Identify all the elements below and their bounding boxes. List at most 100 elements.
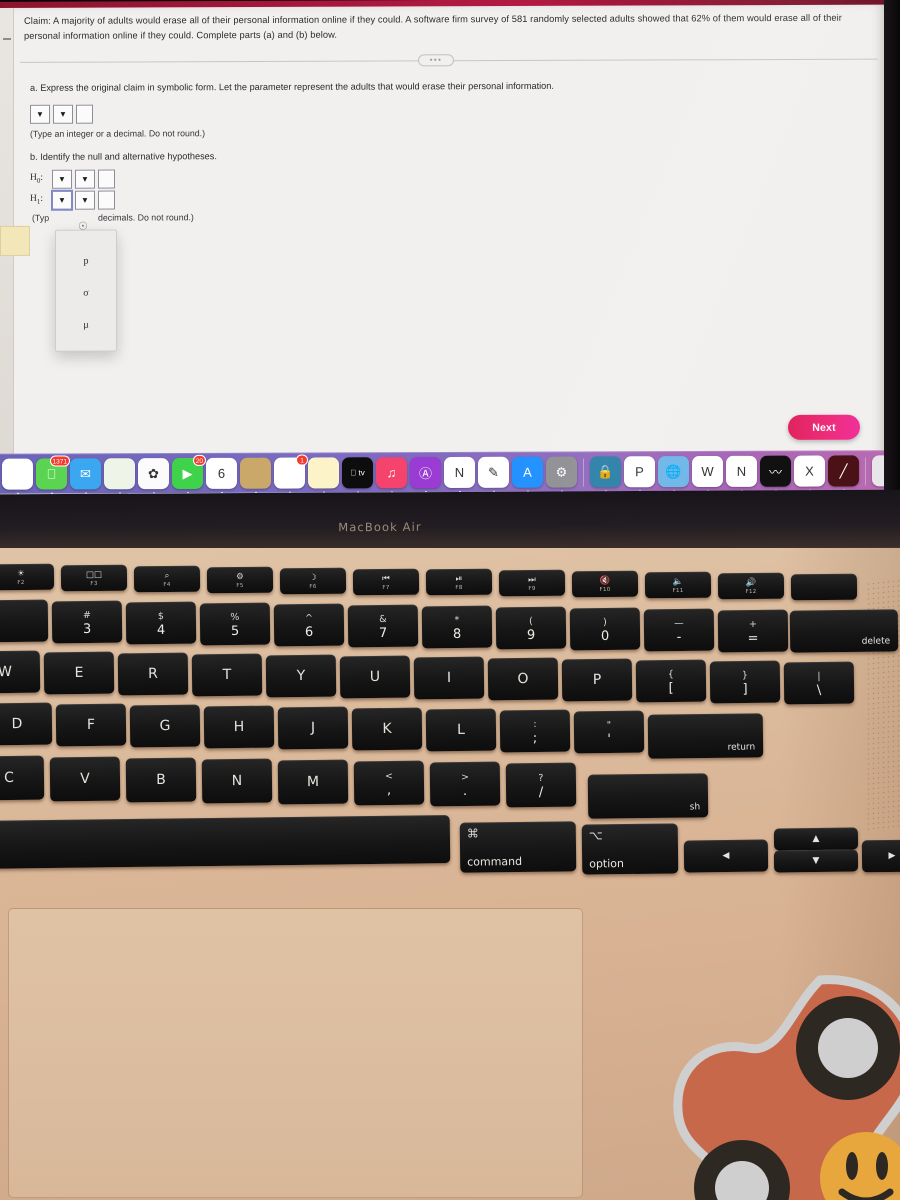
dropdown-option-mu[interactable]: μ (56, 309, 116, 341)
dock-icon-calendar[interactable]: 6 (206, 457, 237, 494)
parameter-dropdown-menu[interactable]: p σ μ (55, 229, 117, 352)
part-a-dropdown-2[interactable]: ▼ (53, 104, 73, 124)
key-3[interactable]: #3 (51, 600, 123, 644)
macos-dock[interactable]: 1371 ✉ ✿ ▶20 6 1  tv ♫ Ⓐ N ✎ A ⚙ 🔒 P 🌐 W N 〰 X ╱ (0, 450, 900, 495)
key-=[interactable]: + = (717, 609, 789, 653)
key-v[interactable]: V (49, 756, 121, 802)
key-p[interactable]: P (561, 658, 633, 702)
key-l[interactable]: L (425, 708, 497, 752)
key-command[interactable]: ⌘ command (459, 821, 577, 873)
key-fn-F7[interactable]: ⏮ F7 (352, 568, 420, 595)
h1-dropdown-2[interactable]: ▼ (75, 190, 95, 210)
keyboard[interactable]: ☀ F2 □□ F3 ⌕ F4 ⚙ F5 ☽ F6 ⏮ F7 ⏯ F8 ⏭ F9 🔇 F10 🔈 F11 🔊 F12 #3 $… (0, 556, 900, 896)
key-0[interactable]: ) 0 (569, 607, 641, 651)
h0-dropdown-1[interactable]: ▼ (52, 169, 72, 189)
dock-icon-freeform[interactable]: ✎ (478, 456, 509, 493)
key-b[interactable]: B (125, 757, 197, 803)
dock-icon-app-store[interactable]: A (512, 456, 543, 493)
key-m[interactable]: M (277, 759, 349, 805)
dock-icon-word[interactable]: W (692, 455, 723, 492)
key-k[interactable]: K (351, 707, 423, 751)
key-fn-F2[interactable]: ☀ F2 (0, 563, 55, 591)
key-6[interactable]: ^ 6 (273, 603, 345, 647)
h0-dropdown-2[interactable]: ▼ (75, 169, 95, 189)
key-option[interactable]: ⌥ option (581, 823, 679, 875)
key-space[interactable] (0, 815, 451, 869)
key-delete[interactable]: delete (789, 609, 899, 653)
dock-icon-reminders[interactable]: 1 (274, 454, 308, 494)
divider-pill[interactable]: ••• (418, 54, 454, 67)
dropdown-option-p[interactable]: p (56, 245, 116, 277)
key-fn-F12[interactable]: 🔊 F12 (717, 572, 785, 600)
key-u[interactable]: U (339, 655, 411, 699)
dock-icon-powerpoint[interactable]: P (624, 456, 655, 493)
key-fn-F8[interactable]: ⏯ F8 (425, 569, 493, 596)
key-bracket-1[interactable]: }] (709, 660, 781, 704)
next-button[interactable]: Next (788, 414, 860, 440)
key-7[interactable]: & 7 (347, 604, 419, 648)
dock-icon-system-settings[interactable]: ⚙ (546, 456, 577, 493)
key-r[interactable]: R (117, 652, 189, 696)
dock-icon-news[interactable]: N (444, 456, 475, 493)
key-zpunct-2[interactable]: ? / (505, 762, 577, 808)
key-fn-F10[interactable]: 🔇 F10 (571, 570, 639, 598)
key-n[interactable]: N (201, 758, 273, 804)
dock-icon-notes[interactable] (308, 457, 339, 494)
key-fn-x11[interactable] (790, 573, 858, 601)
dock-icon-podcasts[interactable]: Ⓐ (410, 457, 441, 494)
key-arrow-down[interactable]: ▼ (773, 849, 859, 873)
key-zpunct-0[interactable]: <, (353, 760, 425, 806)
dock-icon-chrome[interactable] (2, 458, 33, 495)
dock-icon-mail[interactable]: ✉ (70, 458, 101, 495)
key-zpunct-1[interactable]: >. (429, 761, 501, 807)
dock-icon-messages[interactable]: 1371 (36, 455, 70, 495)
key-fn-F3[interactable]: □□ F3 (60, 564, 128, 592)
key-w[interactable]: W (0, 650, 41, 694)
h1-input[interactable] (98, 190, 115, 210)
h1-dropdown-1[interactable]: ▼ (51, 189, 73, 211)
part-a-input[interactable] (76, 104, 93, 124)
key-bracket-2[interactable]: | \ (783, 661, 855, 705)
dock-icon-onenote[interactable]: N (726, 455, 757, 492)
key-arrow-up[interactable]: ▲ (773, 827, 859, 851)
key-o[interactable]: O (487, 657, 559, 701)
key--[interactable]: — - (643, 608, 715, 652)
dock-icon-facetime[interactable]: ▶ 20 (172, 454, 206, 494)
key-arrow-right[interactable]: ▶ (861, 839, 900, 873)
key-y[interactable]: Y (265, 654, 337, 698)
key-9[interactable]: (9 (495, 606, 567, 650)
key-num0[interactable] (0, 599, 49, 643)
dock-icon-activity-monitor[interactable]: 〰 (760, 455, 791, 492)
key-fn-F6[interactable]: ☽ F6 (279, 567, 347, 594)
key-d[interactable]: D (0, 702, 53, 746)
dock-icon-contacts[interactable] (240, 457, 271, 494)
dock-icon-apple-tv[interactable]:  tv (342, 457, 373, 494)
key-c[interactable]: C (0, 755, 45, 801)
key-8[interactable]: * 8 (421, 605, 493, 649)
key-arrow-left[interactable]: ◀ (683, 839, 769, 873)
key-bracket-0[interactable]: {[ (635, 659, 707, 703)
dock-icon-photos[interactable]: ✿ (138, 458, 169, 495)
key-punct-0[interactable]: :; (499, 709, 571, 753)
key-f[interactable]: F (55, 703, 127, 747)
dock-icon-dark-red-app[interactable]: ╱ (828, 455, 859, 492)
key-shift-right[interactable]: sh (587, 773, 709, 819)
key-i[interactable]: I (413, 656, 485, 700)
key-fn-F4[interactable]: ⌕ F4 (133, 565, 201, 593)
trackpad[interactable] (8, 908, 583, 1198)
key-g[interactable]: G (129, 704, 201, 748)
dropdown-option-sigma[interactable]: σ (56, 277, 116, 309)
key-fn-F5[interactable]: ⚙ F5 (206, 566, 274, 594)
key-h[interactable]: H (203, 705, 275, 749)
key-punct-1[interactable]: " ' (573, 710, 645, 754)
key-fn-F9[interactable]: ⏭ F9 (498, 569, 566, 597)
yellow-side-tab[interactable] (0, 225, 30, 256)
dock-icon-excel[interactable]: X (794, 455, 825, 492)
key-5[interactable]: % 5 (199, 602, 271, 646)
part-a-dropdown-1[interactable]: ▼ (30, 104, 50, 124)
key-t[interactable]: T (191, 653, 263, 697)
dock-icon-maps[interactable] (104, 458, 135, 495)
key-return[interactable]: return (647, 713, 764, 759)
key-4[interactable]: $4 (125, 601, 197, 645)
key-j[interactable]: J (277, 706, 349, 750)
